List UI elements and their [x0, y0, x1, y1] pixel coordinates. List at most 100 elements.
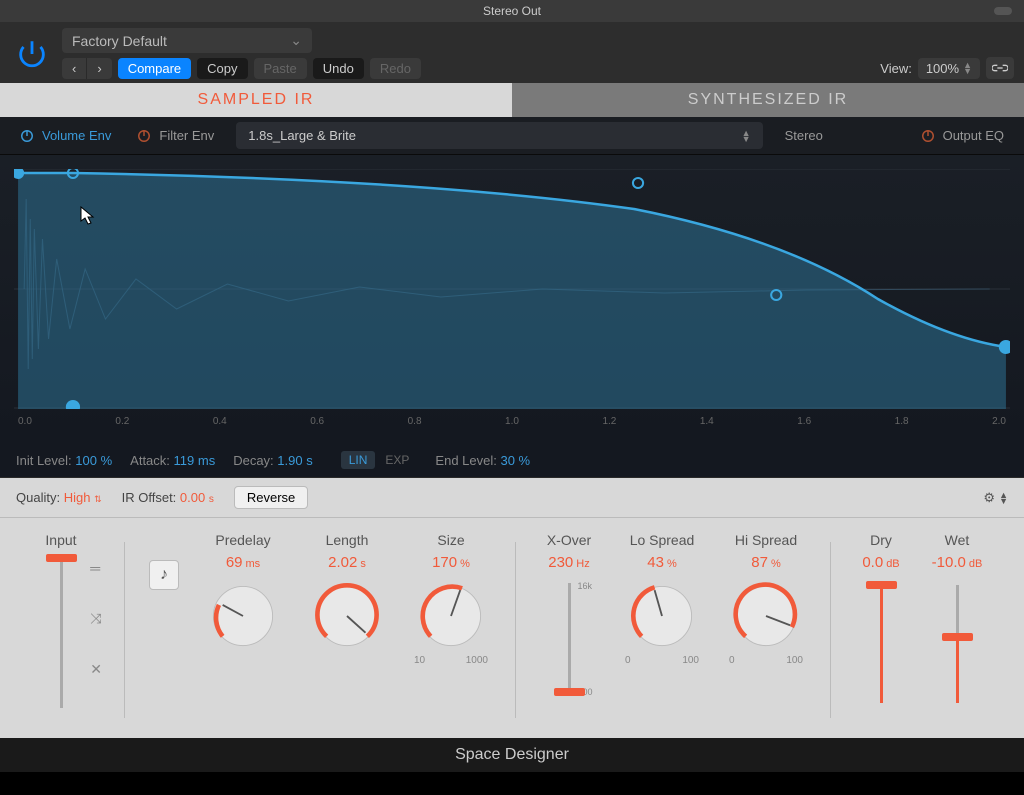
xover-label: X-Over — [547, 532, 591, 548]
split-icon: ⤨ — [90, 610, 102, 627]
hispread-value[interactable]: 87% — [751, 554, 780, 571]
plugin-power-button[interactable] — [10, 32, 54, 76]
lospread-knob[interactable] — [625, 579, 699, 653]
xover-group: X-Over 230Hz 16k200 — [534, 532, 604, 728]
reverse-button[interactable]: Reverse — [234, 486, 308, 509]
envelope-toolbar: Volume Env Filter Env 1.8s_Large & Brite… — [0, 117, 1024, 155]
input-section: Input ═ ⤨ ✕ — [16, 532, 106, 728]
stepper-icon: ▲▼ — [999, 492, 1008, 504]
wet-value[interactable]: -10.0dB — [932, 554, 983, 571]
length-label: Length — [326, 532, 369, 548]
undo-button[interactable]: Undo — [313, 58, 364, 79]
ir-preset-name: 1.8s_Large & Brite — [248, 128, 356, 143]
wet-slider-thumb[interactable] — [942, 633, 973, 641]
redo-button[interactable]: Redo — [370, 58, 421, 79]
volume-env-tab[interactable]: Volume Env — [10, 128, 121, 143]
size-knob-group: Size 170% 101000 — [405, 532, 497, 728]
input-slider[interactable] — [60, 558, 63, 708]
length-knob[interactable] — [310, 579, 384, 653]
zoom-value: 100% — [926, 61, 959, 76]
window-title: Stereo Out — [483, 4, 541, 18]
ir-offset-label: IR Offset: — [122, 490, 177, 505]
end-level-label: End Level: — [435, 453, 496, 468]
plugin-name-footer: Space Designer — [0, 738, 1024, 772]
hispread-knob-group: Hi Spread 87% 0100 — [720, 532, 812, 728]
zoom-select[interactable]: 100% ▲▼ — [918, 58, 980, 79]
dry-slider[interactable] — [880, 585, 883, 703]
init-level-label: Init Level: — [16, 453, 72, 468]
size-value[interactable]: 170% — [432, 554, 470, 571]
ir-offset-value[interactable]: 0.00 s — [180, 490, 214, 505]
envelope-display[interactable]: 0.00.20.40.60.81.01.21.41.61.82.0 — [0, 155, 1024, 443]
output-eq-label: Output EQ — [943, 128, 1004, 143]
dry-value[interactable]: 0.0dB — [862, 554, 899, 571]
next-preset-button[interactable]: › — [86, 58, 111, 79]
wet-group: Wet -10.0dB — [925, 532, 989, 728]
cross-icon: ✕ — [90, 661, 102, 678]
compare-button[interactable]: Compare — [118, 58, 191, 79]
stepper-icon: ▲▼ — [963, 62, 972, 74]
curve-mode-toggle: LIN EXP — [341, 451, 418, 469]
wet-label: Wet — [945, 532, 970, 548]
predelay-label: Predelay — [215, 532, 270, 548]
attack-label: Attack: — [130, 453, 170, 468]
link-button[interactable] — [986, 57, 1014, 79]
copy-button[interactable]: Copy — [197, 58, 247, 79]
settings-menu[interactable]: ⚙ ▲▼ — [983, 490, 1008, 506]
tab-sampled-ir[interactable]: SAMPLED IR — [0, 83, 512, 117]
lospread-label: Lo Spread — [630, 532, 695, 548]
prev-preset-button[interactable]: ‹ — [62, 58, 86, 79]
filter-env-tab[interactable]: Filter Env — [127, 128, 224, 143]
quality-label: Quality: — [16, 490, 60, 505]
filter-env-label: Filter Env — [159, 128, 214, 143]
lospread-value[interactable]: 43% — [647, 554, 676, 571]
predelay-knob-group: Predelay 69ms — [197, 532, 289, 728]
tempo-sync-button[interactable]: ♪ — [149, 560, 179, 590]
bottom-panel: Input ═ ⤨ ✕ ♪ Predelay 69ms Length — [0, 518, 1024, 738]
end-level-value[interactable]: 30 % — [500, 453, 530, 468]
stereo-icon: ═ — [90, 560, 102, 576]
decay-label: Decay: — [233, 453, 273, 468]
quality-value[interactable]: High ⇅ — [64, 490, 102, 505]
tab-synthesized-ir[interactable]: SYNTHESIZED IR — [512, 83, 1024, 117]
xover-slider[interactable]: 16k200 — [568, 583, 571, 693]
dry-label: Dry — [870, 532, 892, 548]
chevron-down-icon: ⌄ — [290, 32, 302, 49]
lin-button[interactable]: LIN — [341, 451, 376, 469]
dry-group: Dry 0.0dB — [849, 532, 913, 728]
env-handle-curve1[interactable] — [633, 178, 643, 188]
note-icon: ♪ — [160, 566, 168, 584]
stereo-mode[interactable]: Stereo — [775, 128, 905, 143]
wet-slider[interactable] — [956, 585, 959, 703]
preset-select[interactable]: Factory Default ⌄ — [62, 28, 312, 53]
ir-preset-select[interactable]: 1.8s_Large & Brite ▲▼ — [236, 122, 762, 149]
tempo-sync-section: ♪ — [143, 532, 185, 728]
dry-slider-thumb[interactable] — [866, 581, 897, 589]
lospread-knob-group: Lo Spread 43% 0100 — [616, 532, 708, 728]
output-eq-tab[interactable]: Output EQ — [911, 128, 1014, 143]
time-axis: 0.00.20.40.60.81.01.21.41.61.82.0 — [14, 414, 1010, 427]
size-knob[interactable] — [414, 579, 488, 653]
gear-icon: ⚙ — [983, 490, 995, 506]
quality-row: Quality: High ⇅ IR Offset: 0.00 s Revers… — [0, 478, 1024, 518]
input-label: Input — [45, 532, 76, 548]
exp-button[interactable]: EXP — [377, 451, 417, 469]
xover-slider-thumb[interactable] — [554, 688, 585, 696]
stepper-icon: ▲▼ — [742, 130, 751, 142]
init-level-value[interactable]: 100 % — [75, 453, 112, 468]
window-control-dot[interactable] — [994, 7, 1012, 15]
length-knob-group: Length 2.02s — [301, 532, 393, 728]
xover-value[interactable]: 230Hz — [548, 554, 589, 571]
decay-value[interactable]: 1.90 s — [277, 453, 312, 468]
predelay-knob[interactable] — [206, 579, 280, 653]
envelope-params-row: Init Level: 100 % Attack: 119 ms Decay: … — [0, 443, 1024, 478]
length-value[interactable]: 2.02s — [328, 554, 366, 571]
predelay-value[interactable]: 69ms — [226, 554, 260, 571]
envelope-graph[interactable] — [14, 169, 1010, 409]
preset-nav-group: ‹ › — [62, 58, 112, 79]
paste-button[interactable]: Paste — [254, 58, 307, 79]
hispread-knob[interactable] — [729, 579, 803, 653]
size-label: Size — [437, 532, 464, 548]
input-slider-thumb[interactable] — [46, 554, 77, 562]
attack-value[interactable]: 119 ms — [174, 453, 216, 468]
